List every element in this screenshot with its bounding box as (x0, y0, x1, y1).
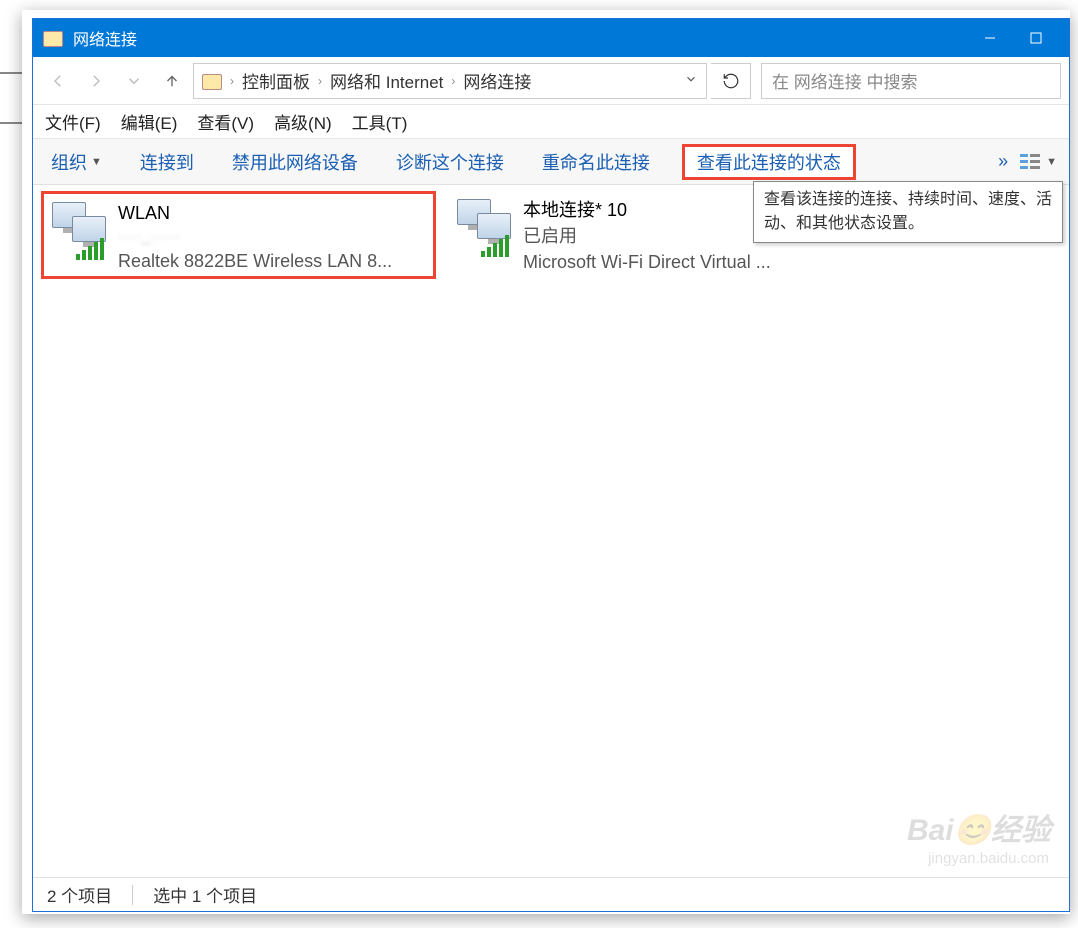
refresh-button[interactable] (711, 63, 751, 99)
watermark-sub: jingyan.baidu.com (928, 850, 1049, 867)
view-options-button[interactable]: ▼ (1020, 154, 1057, 170)
location-icon (202, 72, 222, 90)
menu-edit[interactable]: 编辑(E) (119, 107, 180, 136)
chevron-down-icon: ▼ (1046, 156, 1057, 168)
connect-to-button[interactable]: 连接到 (134, 145, 200, 179)
watermark: Bai😊经验 (907, 805, 1051, 849)
command-toolbar: 组织 ▼ 连接到 禁用此网络设备 诊断这个连接 重命名此连接 查看此连接的状态 … (33, 139, 1069, 185)
breadcrumb-item[interactable]: 网络和 Internet (330, 68, 443, 93)
breadcrumb-item[interactable]: 控制面板 (242, 68, 310, 93)
address-bar[interactable]: › 控制面板 › 网络和 Internet › 网络连接 (193, 63, 707, 99)
rename-button[interactable]: 重命名此连接 (536, 145, 656, 179)
menu-file[interactable]: 文件(F) (43, 107, 103, 136)
connection-ssid-blurred: ····_····· (118, 226, 392, 248)
breadcrumb-item[interactable]: 网络连接 (463, 68, 531, 93)
diagnose-button[interactable]: 诊断这个连接 (390, 145, 510, 179)
search-input[interactable]: 在 网络连接 中搜索 (761, 63, 1061, 99)
minimize-button[interactable] (967, 19, 1013, 57)
connection-device: Realtek 8822BE Wireless LAN 8... (118, 248, 392, 274)
organize-label: 组织 (51, 149, 87, 175)
content-pane[interactable]: WLAN ····_····· Realtek 8822BE Wireless … (33, 185, 1069, 877)
menu-advanced[interactable]: 高级(N) (272, 107, 334, 136)
signal-bars-icon (76, 238, 104, 260)
view-mode-icon (1020, 154, 1040, 170)
overflow-button[interactable]: » (998, 151, 1008, 172)
signal-bars-icon (481, 235, 509, 257)
chevron-down-icon: ▼ (91, 156, 102, 168)
recent-dropdown[interactable] (117, 64, 151, 98)
connection-name: 本地连接* 10 (523, 197, 771, 223)
network-adapter-icon (457, 199, 513, 255)
network-adapter-icon (52, 202, 108, 258)
item-count: 2 个项目 (47, 882, 112, 907)
forward-button[interactable] (79, 64, 113, 98)
titlebar[interactable]: 网络连接 (33, 19, 1069, 57)
search-placeholder: 在 网络连接 中搜索 (772, 68, 917, 93)
navigation-bar: › 控制面板 › 网络和 Internet › 网络连接 在 网络连接 中搜索 (33, 57, 1069, 105)
network-connections-icon (43, 29, 63, 47)
connection-device: Microsoft Wi-Fi Direct Virtual ... (523, 249, 771, 275)
explorer-window: 网络连接 › 控制面板 › 网络和 Internet › 网络连接 在 网络连接… (32, 18, 1070, 912)
selection-count: 选中 1 个项目 (153, 882, 257, 907)
address-dropdown-icon[interactable] (684, 71, 698, 91)
menu-tools[interactable]: 工具(T) (350, 107, 410, 136)
tooltip-text: 查看该连接的连接、持续时间、速度、活动、和其他状态设置。 (764, 191, 1052, 232)
chevron-right-icon: › (230, 74, 234, 88)
menu-view[interactable]: 查看(V) (195, 107, 256, 136)
menu-bar: 文件(F) 编辑(E) 查看(V) 高级(N) 工具(T) (33, 105, 1069, 139)
chevron-right-icon: › (451, 74, 455, 88)
window-title: 网络连接 (73, 26, 137, 50)
back-button[interactable] (41, 64, 75, 98)
status-bar: 2 个项目 选中 1 个项目 (33, 877, 1069, 911)
connection-status: 已启用 (523, 223, 771, 249)
view-status-button[interactable]: 查看此连接的状态 (682, 144, 856, 180)
organize-button[interactable]: 组织 ▼ (45, 145, 108, 179)
chevron-right-icon: › (318, 74, 322, 88)
separator (132, 885, 133, 905)
disable-device-button[interactable]: 禁用此网络设备 (226, 145, 364, 179)
connection-item-wlan[interactable]: WLAN ····_····· Realtek 8822BE Wireless … (41, 191, 436, 279)
maximize-button[interactable] (1013, 19, 1059, 57)
connection-name: WLAN (118, 200, 392, 226)
up-button[interactable] (155, 64, 189, 98)
tooltip: 查看该连接的连接、持续时间、速度、活动、和其他状态设置。 (753, 181, 1063, 243)
